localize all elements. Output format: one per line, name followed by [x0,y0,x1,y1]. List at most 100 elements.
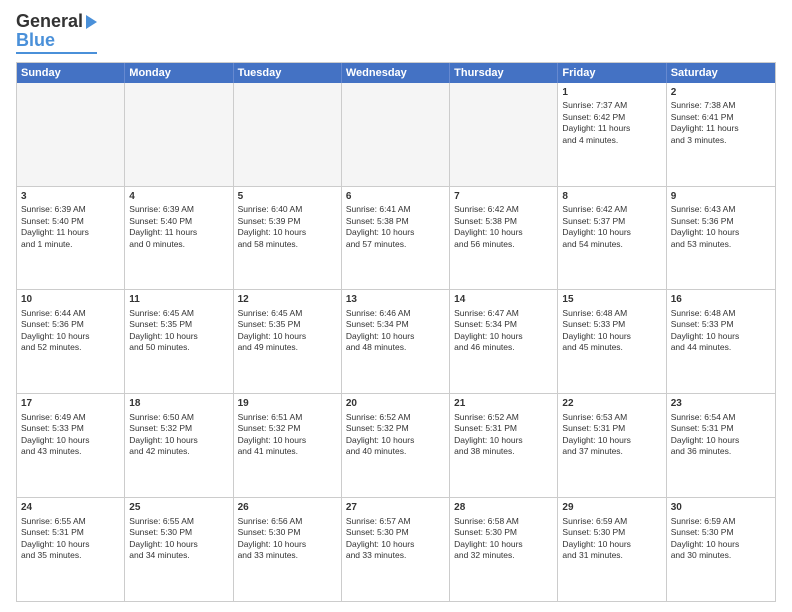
calendar-row-4: 17Sunrise: 6:49 AMSunset: 5:33 PMDayligh… [17,393,775,497]
day-info: Sunrise: 6:52 AM [346,412,445,423]
calendar-cell: 11Sunrise: 6:45 AMSunset: 5:35 PMDayligh… [125,290,233,393]
day-info: Sunset: 5:30 PM [346,527,445,538]
calendar-cell: 1Sunrise: 7:37 AMSunset: 6:42 PMDaylight… [558,83,666,186]
day-info: Sunset: 5:31 PM [671,423,771,434]
day-info: Sunrise: 6:50 AM [129,412,228,423]
day-info: Sunset: 5:33 PM [562,319,661,330]
day-info: Sunset: 5:38 PM [346,216,445,227]
day-info: Sunset: 5:30 PM [562,527,661,538]
calendar-cell: 17Sunrise: 6:49 AMSunset: 5:33 PMDayligh… [17,394,125,497]
day-info: Sunset: 5:34 PM [454,319,553,330]
day-info: Sunrise: 6:49 AM [21,412,120,423]
day-header-sunday: Sunday [17,63,125,83]
day-info: Sunrise: 6:39 AM [129,204,228,215]
day-info: Sunrise: 6:52 AM [454,412,553,423]
day-header-thursday: Thursday [450,63,558,83]
day-info: Sunset: 5:30 PM [454,527,553,538]
day-info: Sunrise: 6:47 AM [454,308,553,319]
calendar-header: SundayMondayTuesdayWednesdayThursdayFrid… [17,63,775,83]
day-info: Sunrise: 6:43 AM [671,204,771,215]
day-info: Sunrise: 6:40 AM [238,204,337,215]
day-info: Sunset: 6:42 PM [562,112,661,123]
day-info: and 53 minutes. [671,239,771,250]
day-info: Sunset: 5:37 PM [562,216,661,227]
day-info: Daylight: 10 hours [671,539,771,550]
calendar-cell: 6Sunrise: 6:41 AMSunset: 5:38 PMDaylight… [342,187,450,290]
calendar-cell: 22Sunrise: 6:53 AMSunset: 5:31 PMDayligh… [558,394,666,497]
day-info: Sunrise: 6:53 AM [562,412,661,423]
day-info: Daylight: 11 hours [129,227,228,238]
calendar-cell: 2Sunrise: 7:38 AMSunset: 6:41 PMDaylight… [667,83,775,186]
day-header-tuesday: Tuesday [234,63,342,83]
day-info: and 32 minutes. [454,550,553,561]
day-info: Sunrise: 6:57 AM [346,516,445,527]
day-number: 29 [562,501,661,515]
day-info: Sunrise: 6:55 AM [129,516,228,527]
day-number: 12 [238,293,337,307]
day-info: Sunset: 5:31 PM [454,423,553,434]
day-info: Sunrise: 6:51 AM [238,412,337,423]
day-info: Daylight: 10 hours [562,539,661,550]
day-info: Daylight: 10 hours [129,435,228,446]
day-info: Sunset: 5:30 PM [238,527,337,538]
day-info: Sunrise: 6:46 AM [346,308,445,319]
calendar-cell [450,83,558,186]
calendar-cell: 30Sunrise: 6:59 AMSunset: 5:30 PMDayligh… [667,498,775,601]
day-info: Daylight: 10 hours [238,435,337,446]
day-number: 5 [238,190,337,204]
day-info: Daylight: 11 hours [562,123,661,134]
day-info: and 36 minutes. [671,446,771,457]
day-info: Daylight: 10 hours [21,539,120,550]
header: General Blue [16,12,776,54]
calendar-cell: 10Sunrise: 6:44 AMSunset: 5:36 PMDayligh… [17,290,125,393]
logo-text-blue: Blue [16,30,55,51]
day-info: Sunrise: 6:59 AM [562,516,661,527]
day-info: Sunrise: 6:54 AM [671,412,771,423]
day-info: Sunset: 5:31 PM [21,527,120,538]
day-number: 2 [671,86,771,100]
calendar-body: 1Sunrise: 7:37 AMSunset: 6:42 PMDaylight… [17,83,775,601]
day-info: Sunrise: 7:37 AM [562,100,661,111]
day-info: Daylight: 10 hours [562,227,661,238]
day-info: and 44 minutes. [671,342,771,353]
calendar-cell: 14Sunrise: 6:47 AMSunset: 5:34 PMDayligh… [450,290,558,393]
calendar-cell [125,83,233,186]
day-info: and 30 minutes. [671,550,771,561]
day-info: Sunrise: 7:38 AM [671,100,771,111]
calendar-cell: 25Sunrise: 6:55 AMSunset: 5:30 PMDayligh… [125,498,233,601]
day-info: Daylight: 11 hours [671,123,771,134]
day-info: Sunrise: 6:45 AM [129,308,228,319]
day-info: Daylight: 10 hours [562,331,661,342]
day-info: Sunset: 5:36 PM [671,216,771,227]
calendar-cell: 21Sunrise: 6:52 AMSunset: 5:31 PMDayligh… [450,394,558,497]
day-info: Sunset: 5:35 PM [238,319,337,330]
day-info: and 40 minutes. [346,446,445,457]
day-info: Daylight: 10 hours [562,435,661,446]
day-number: 1 [562,86,661,100]
day-info: and 37 minutes. [562,446,661,457]
day-info: Daylight: 10 hours [238,539,337,550]
calendar-cell [342,83,450,186]
day-info: Sunrise: 6:55 AM [21,516,120,527]
day-number: 26 [238,501,337,515]
day-info: Sunset: 5:32 PM [129,423,228,434]
calendar-cell: 8Sunrise: 6:42 AMSunset: 5:37 PMDaylight… [558,187,666,290]
day-number: 14 [454,293,553,307]
day-info: Daylight: 10 hours [454,539,553,550]
day-number: 16 [671,293,771,307]
day-info: Sunset: 5:31 PM [562,423,661,434]
day-info: Sunrise: 6:42 AM [454,204,553,215]
day-info: and 1 minute. [21,239,120,250]
day-number: 3 [21,190,120,204]
day-info: and 0 minutes. [129,239,228,250]
day-info: and 33 minutes. [238,550,337,561]
calendar-cell: 18Sunrise: 6:50 AMSunset: 5:32 PMDayligh… [125,394,233,497]
calendar-cell: 15Sunrise: 6:48 AMSunset: 5:33 PMDayligh… [558,290,666,393]
day-info: Daylight: 11 hours [21,227,120,238]
day-info: Sunrise: 6:48 AM [562,308,661,319]
day-number: 21 [454,397,553,411]
day-info: Daylight: 10 hours [238,331,337,342]
day-info: and 35 minutes. [21,550,120,561]
calendar-cell: 23Sunrise: 6:54 AMSunset: 5:31 PMDayligh… [667,394,775,497]
logo: General Blue [16,12,97,54]
